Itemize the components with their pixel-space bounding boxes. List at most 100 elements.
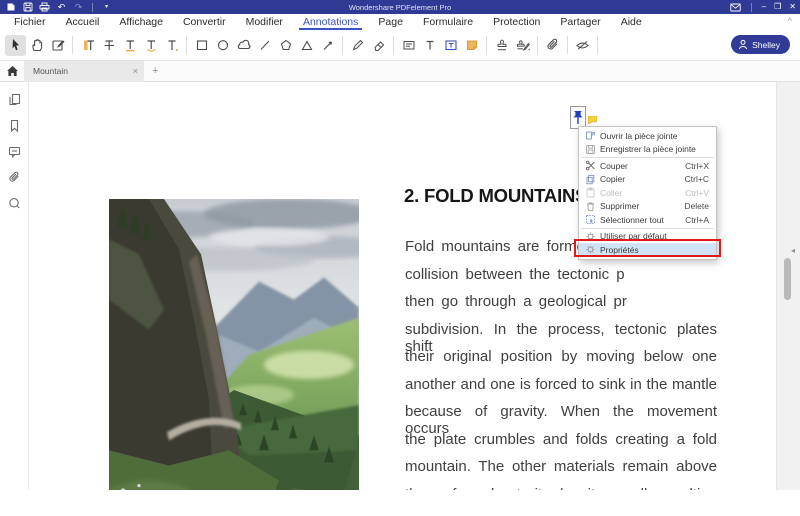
tab-label: Mountain [33,66,68,76]
arrow-shape-tool-icon[interactable] [317,35,338,56]
cloud-shape-tool-icon[interactable] [233,35,254,56]
toolbar-separator [486,36,487,54]
menu-protection[interactable]: Protection [483,14,550,30]
stamp-tool-icon[interactable] [491,35,512,56]
menu-item-save-attachment[interactable]: Enregistrer la pièce jointe [579,143,716,157]
underline-tool-icon[interactable] [119,35,140,56]
save-attachment-icon [584,144,597,155]
bookmarks-icon[interactable] [6,117,22,133]
triangle-shape-tool-icon[interactable] [296,35,317,56]
annotations-toolbar: Shelley [0,30,800,61]
page-thumbnails-icon[interactable] [6,91,22,107]
attachments-icon[interactable] [6,169,22,185]
toolbar-separator [537,36,538,54]
sticky-note-tool-icon[interactable] [461,35,482,56]
panel-collapse-icon[interactable]: ◂ [791,246,795,255]
red-highlight-box [574,239,721,257]
attachment-tool-icon[interactable] [542,35,563,56]
comment-box-tool-icon[interactable] [398,35,419,56]
polygon-shape-tool-icon[interactable] [275,35,296,56]
text-box-tool-icon[interactable] [440,35,461,56]
home-tab-icon[interactable] [0,61,24,82]
menu-item-shortcut: Ctrl+A [685,214,709,225]
body-line: then go through a geological pr [405,293,627,310]
menu-fichier[interactable]: Fichier [4,14,56,30]
eraser-tool-icon[interactable] [368,35,389,56]
note-tool-icon[interactable] [47,35,68,56]
close-button[interactable]: ✕ [789,3,796,11]
save-icon[interactable] [22,2,33,13]
menu-aide[interactable]: Aide [611,14,652,30]
strikethrough-tool-icon[interactable] [98,35,119,56]
line-shape-tool-icon[interactable] [254,35,275,56]
scrollbar-thumb[interactable] [784,258,791,300]
tab-mountain[interactable]: Mountain × [24,60,144,82]
menu-item-delete[interactable]: Supprimer Delete [579,200,716,214]
quick-access-dropdown-icon[interactable]: ▾ [101,2,112,13]
undo-icon[interactable]: ↶ [56,2,67,13]
titlebar-separator [92,2,93,12]
tab-bar: Mountain × + [0,60,800,82]
menu-item-shortcut: Ctrl+V [685,187,709,198]
menu-bar: Fichier Accueil Affichage Convertir Modi… [0,14,800,30]
highlight-tool-icon[interactable] [77,35,98,56]
status-bar: ‹ 3 /4 › 161% − + [0,490,800,516]
menu-item-open-attachment[interactable]: Ouvrir la pièce jointe [579,129,716,143]
pencil-tool-icon[interactable] [347,35,368,56]
body-line: their original position by moving below … [405,348,717,365]
menu-affichage[interactable]: Affichage [109,14,173,30]
signature-tool-icon[interactable] [512,35,533,56]
menu-separator [581,227,714,229]
ellipse-shape-tool-icon[interactable] [212,35,233,56]
select-tool-icon[interactable] [5,34,26,56]
print-icon[interactable] [39,2,50,13]
titlebar-separator [750,2,752,12]
maximize-button[interactable]: ❒ [774,3,781,11]
mail-icon[interactable] [730,2,741,13]
title-bar: ↶ ↷ ▾ Wondershare PDFelement Pro – ❒ ✕ [0,0,800,14]
cut-icon [584,160,597,171]
menu-page[interactable]: Page [368,14,413,30]
menu-partager[interactable]: Partager [550,14,610,30]
menu-convertir[interactable]: Convertir [173,14,236,30]
new-tab-icon[interactable]: + [152,65,158,77]
menu-item-label: Couper [600,160,628,171]
minimize-button[interactable]: – [762,3,766,11]
body-line: the plate crumbles and folds creating a … [405,430,717,448]
ribbon-collapse-icon[interactable]: ^ [788,16,792,26]
menu-item-cut[interactable]: Couper Ctrl+X [579,159,716,173]
body-line: subdivision. In the process, tectonic pl… [405,320,717,355]
menu-item-label: Sélectionner tout [600,214,664,225]
menu-item-shortcut: Ctrl+C [684,174,709,185]
tab-close-icon[interactable]: × [133,66,138,76]
insert-caret-tool-icon[interactable] [161,35,182,56]
search-icon[interactable] [6,195,22,211]
menu-item-paste[interactable]: Coller Ctrl+V [579,186,716,200]
vertical-scrollbar[interactable] [776,82,800,493]
menu-modifier[interactable]: Modifier [236,14,293,30]
left-panel-bar [0,82,29,490]
menu-accueil[interactable]: Accueil [56,14,110,30]
hand-tool-icon[interactable] [26,35,47,56]
body-line: another and one is forced to sink in the… [405,375,717,393]
comments-icon[interactable] [6,143,22,159]
menu-item-shortcut: Ctrl+X [685,160,709,171]
menu-item-label: Supprimer [600,201,640,212]
open-attachment-icon [584,130,597,141]
menu-annotations[interactable]: Annotations [293,14,368,30]
user-account-button[interactable]: Shelley [731,35,790,54]
toolbar-separator [597,36,598,54]
typewriter-tool-icon[interactable] [419,35,440,56]
hide-annotations-icon[interactable] [572,35,593,56]
redo-icon[interactable]: ↷ [73,2,84,13]
menu-item-select-all[interactable]: Sélectionner tout Ctrl+A [579,213,716,227]
rect-shape-tool-icon[interactable] [191,35,212,56]
menu-item-copy[interactable]: Copier Ctrl+C [579,173,716,187]
body-line: mountain. The other materials remain abo… [405,458,717,475]
body-line: collision between the tectonic p [405,265,625,283]
menu-item-label: Copier [600,174,626,185]
window-title: Wondershare PDFelement Pro [348,2,452,12]
menu-formulaire[interactable]: Formulaire [413,14,483,30]
squiggly-underline-tool-icon[interactable] [140,35,161,56]
toolbar-separator [72,36,73,54]
